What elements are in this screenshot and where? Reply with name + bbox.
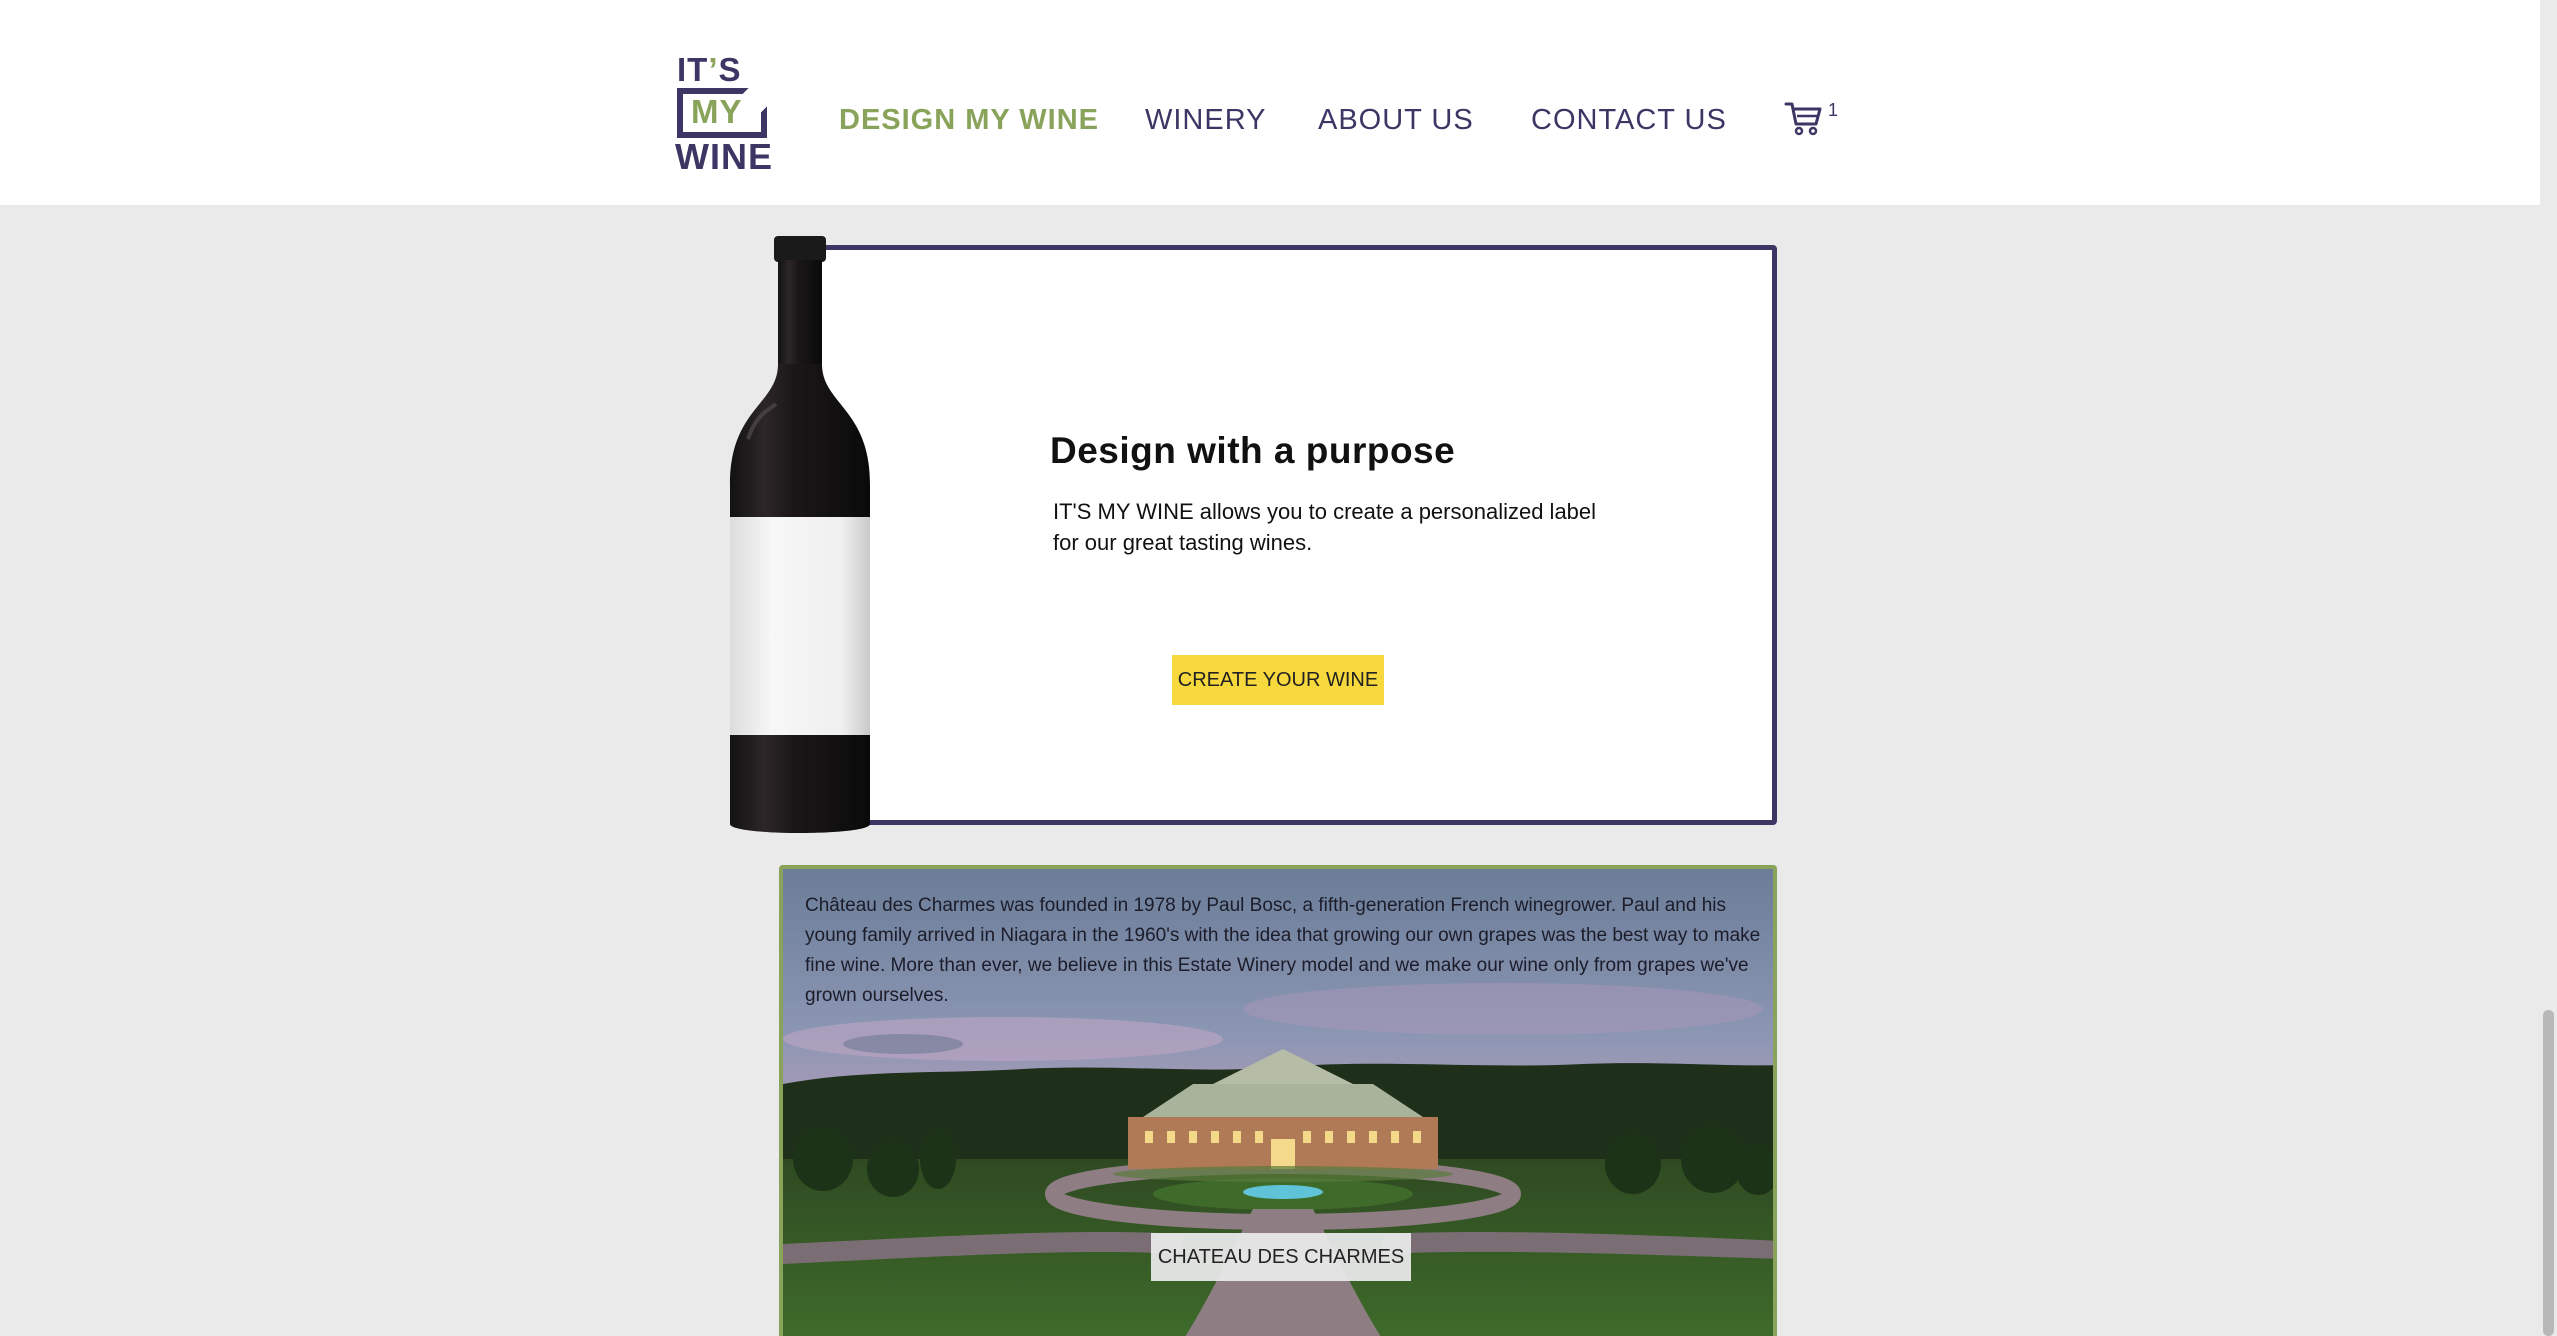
nav-winery[interactable]: WINERY	[1145, 104, 1266, 144]
cart-icon[interactable]	[1784, 98, 1824, 138]
scrollbar-thumb[interactable]	[2543, 1010, 2554, 1336]
chateau-des-charmes-button[interactable]: CHATEAU DES CHARMES	[1151, 1233, 1411, 1281]
wine-bottle-image	[726, 234, 874, 840]
logo-line-its: IT’S	[677, 51, 742, 88]
site-header: IT’S MY WINE DESIGN MY WINE WINERY ABOUT…	[0, 0, 2557, 205]
create-your-wine-button[interactable]: CREATE YOUR WINE	[1172, 655, 1384, 705]
hero-title: Design with a purpose	[1050, 430, 1456, 471]
logo-line-my: MY	[691, 93, 743, 130]
winery-card: Château des Charmes was founded in 1978 …	[779, 865, 1777, 1336]
hero-description: IT'S MY WINE allows you to create a pers…	[1053, 499, 1597, 555]
cart-count-badge: 1	[1828, 100, 1839, 120]
winery-description: Château des Charmes was founded in 1978 …	[805, 895, 1761, 1006]
nav-contact-us[interactable]: CONTACT US	[1531, 104, 1727, 144]
nav-about-us[interactable]: ABOUT US	[1318, 104, 1474, 144]
logo[interactable]: IT’S MY WINE	[675, 51, 785, 177]
nav-design-my-wine[interactable]: DESIGN MY WINE	[839, 104, 1099, 144]
logo-line-wine: WINE	[675, 136, 773, 177]
